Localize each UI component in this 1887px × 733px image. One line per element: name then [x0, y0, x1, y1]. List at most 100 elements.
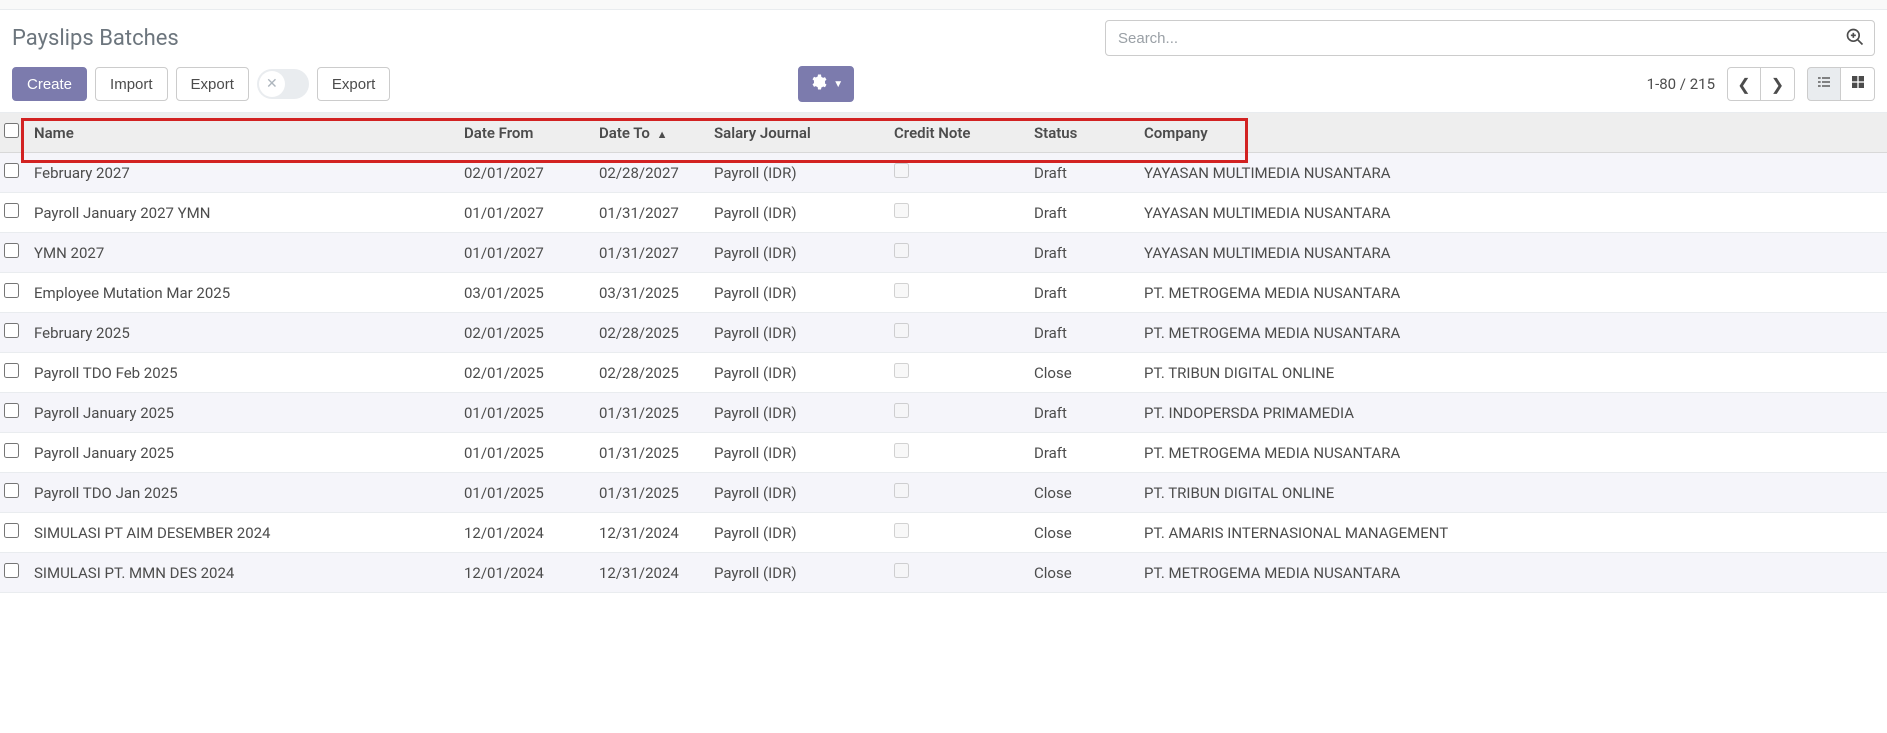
table-row[interactable]: SIMULASI PT. MMN DES 202412/01/202412/31… — [0, 553, 1887, 593]
cell-date-from: 02/01/2027 — [456, 153, 591, 193]
column-header-credit-note[interactable]: Credit Note — [886, 113, 1026, 153]
cell-date-to: 01/31/2025 — [591, 433, 706, 473]
cell-credit-note — [886, 273, 1026, 313]
row-checkbox[interactable] — [4, 363, 19, 378]
pager-next-button[interactable]: ❯ — [1761, 67, 1795, 101]
credit-note-checkbox — [894, 403, 909, 418]
row-checkbox[interactable] — [4, 323, 19, 338]
cell-date-from: 03/01/2025 — [456, 273, 591, 313]
cell-credit-note — [886, 233, 1026, 273]
table-row[interactable]: Employee Mutation Mar 202503/01/202503/3… — [0, 273, 1887, 313]
table-row[interactable]: Payroll TDO Feb 202502/01/202502/28/2025… — [0, 353, 1887, 393]
credit-note-checkbox — [894, 483, 909, 498]
column-header-name[interactable]: Name — [26, 113, 456, 153]
cell-date-to: 01/31/2025 — [591, 393, 706, 433]
create-button[interactable]: Create — [12, 67, 87, 101]
cell-status: Draft — [1026, 393, 1136, 433]
table-row[interactable]: YMN 202701/01/202701/31/2027Payroll (IDR… — [0, 233, 1887, 273]
cell-credit-note — [886, 313, 1026, 353]
row-checkbox[interactable] — [4, 163, 19, 178]
table-row[interactable]: SIMULASI PT AIM DESEMBER 202412/01/20241… — [0, 513, 1887, 553]
row-checkbox[interactable] — [4, 483, 19, 498]
cell-date-to: 02/28/2025 — [591, 313, 706, 353]
export-button-2[interactable]: Export — [317, 67, 390, 101]
cell-name: SIMULASI PT. MMN DES 2024 — [26, 553, 456, 593]
search-plus-icon[interactable] — [1845, 27, 1865, 47]
chevron-down-icon: ▼ — [833, 79, 843, 90]
table-row[interactable]: Payroll January 202501/01/202501/31/2025… — [0, 393, 1887, 433]
select-all-checkbox[interactable] — [4, 123, 19, 138]
column-header-status[interactable]: Status — [1026, 113, 1136, 153]
cell-date-to: 01/31/2025 — [591, 473, 706, 513]
cell-date-to: 01/31/2027 — [591, 233, 706, 273]
column-header-company[interactable]: Company — [1136, 113, 1887, 153]
credit-note-checkbox — [894, 363, 909, 378]
cell-date-from: 01/01/2025 — [456, 393, 591, 433]
cell-status: Close — [1026, 353, 1136, 393]
search-input[interactable] — [1105, 20, 1875, 56]
cell-company: PT. METROGEMA MEDIA NUSANTARA — [1136, 313, 1887, 353]
cell-salary-journal: Payroll (IDR) — [706, 313, 886, 353]
cell-credit-note — [886, 433, 1026, 473]
list-view-button[interactable] — [1807, 67, 1841, 101]
table-row[interactable]: Payroll January 202501/01/202501/31/2025… — [0, 433, 1887, 473]
row-checkbox[interactable] — [4, 443, 19, 458]
cell-name: Payroll TDO Jan 2025 — [26, 473, 456, 513]
cell-status: Draft — [1026, 433, 1136, 473]
list-icon — [1816, 74, 1832, 94]
row-checkbox[interactable] — [4, 243, 19, 258]
cell-name: Payroll January 2025 — [26, 393, 456, 433]
cell-credit-note — [886, 353, 1026, 393]
cell-name: SIMULASI PT AIM DESEMBER 2024 — [26, 513, 456, 553]
cell-date-from: 12/01/2024 — [456, 553, 591, 593]
cell-salary-journal: Payroll (IDR) — [706, 273, 886, 313]
cell-company: PT. TRIBUN DIGITAL ONLINE — [1136, 353, 1887, 393]
cell-date-from: 02/01/2025 — [456, 313, 591, 353]
cell-credit-note — [886, 393, 1026, 433]
sort-asc-icon: ▲ — [657, 128, 668, 141]
cell-company: PT. METROGEMA MEDIA NUSANTARA — [1136, 433, 1887, 473]
row-checkbox[interactable] — [4, 523, 19, 538]
cell-company: PT. AMARIS INTERNASIONAL MANAGEMENT — [1136, 513, 1887, 553]
credit-note-checkbox — [894, 243, 909, 258]
cell-status: Close — [1026, 513, 1136, 553]
column-header-salary-journal[interactable]: Salary Journal — [706, 113, 886, 153]
row-checkbox[interactable] — [4, 283, 19, 298]
cell-company: YAYASAN MULTIMEDIA NUSANTARA — [1136, 193, 1887, 233]
cell-salary-journal: Payroll (IDR) — [706, 153, 886, 193]
export-button[interactable]: Export — [176, 67, 249, 101]
cell-company: YAYASAN MULTIMEDIA NUSANTARA — [1136, 153, 1887, 193]
cell-company: YAYASAN MULTIMEDIA NUSANTARA — [1136, 233, 1887, 273]
column-header-date-from[interactable]: Date From — [456, 113, 591, 153]
cell-salary-journal: Payroll (IDR) — [706, 233, 886, 273]
credit-note-checkbox — [894, 323, 909, 338]
cell-name: Employee Mutation Mar 2025 — [26, 273, 456, 313]
cell-status: Close — [1026, 473, 1136, 513]
cell-credit-note — [886, 193, 1026, 233]
cell-credit-note — [886, 153, 1026, 193]
cell-status: Draft — [1026, 233, 1136, 273]
import-button[interactable]: Import — [95, 67, 168, 101]
cell-credit-note — [886, 473, 1026, 513]
row-checkbox[interactable] — [4, 403, 19, 418]
credit-note-checkbox — [894, 283, 909, 298]
cell-status: Draft — [1026, 193, 1136, 233]
credit-note-checkbox — [894, 523, 909, 538]
cell-date-from: 01/01/2025 — [456, 433, 591, 473]
row-checkbox[interactable] — [4, 563, 19, 578]
column-header-date-to[interactable]: Date To ▲ — [591, 113, 706, 153]
table-row[interactable]: Payroll TDO Jan 202501/01/202501/31/2025… — [0, 473, 1887, 513]
toggle-switch[interactable]: ✕ — [257, 69, 309, 99]
row-checkbox[interactable] — [4, 203, 19, 218]
table-row[interactable]: February 202702/01/202702/28/2027Payroll… — [0, 153, 1887, 193]
settings-dropdown[interactable]: ▼ — [798, 66, 854, 102]
kanban-view-button[interactable] — [1841, 67, 1875, 101]
cell-date-from: 01/01/2025 — [456, 473, 591, 513]
cell-date-from: 02/01/2025 — [456, 353, 591, 393]
table-row[interactable]: Payroll January 2027 YMN01/01/202701/31/… — [0, 193, 1887, 233]
pager-prev-button[interactable]: ❮ — [1727, 67, 1761, 101]
cell-date-to: 02/28/2025 — [591, 353, 706, 393]
cell-company: PT. METROGEMA MEDIA NUSANTARA — [1136, 273, 1887, 313]
cell-date-to: 01/31/2027 — [591, 193, 706, 233]
table-row[interactable]: February 202502/01/202502/28/2025Payroll… — [0, 313, 1887, 353]
